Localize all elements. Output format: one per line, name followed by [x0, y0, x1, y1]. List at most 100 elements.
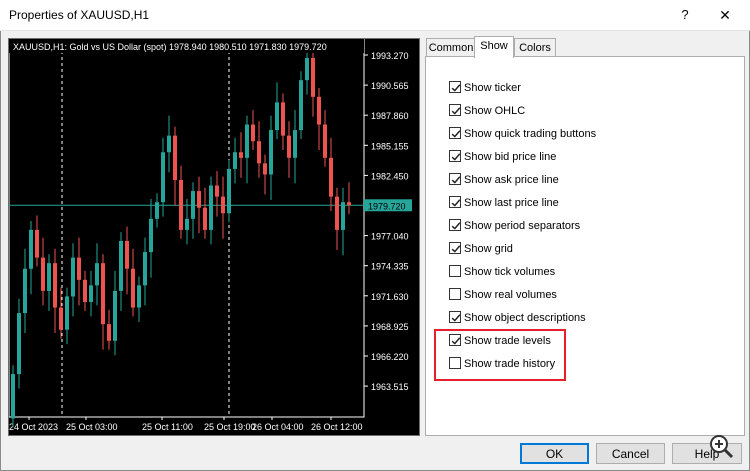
option-label: Show ticker	[464, 82, 521, 94]
price-label: 1977.040	[371, 232, 409, 242]
candle-body	[53, 263, 57, 308]
current-price-label: 1979.720	[368, 201, 406, 211]
candle-body	[311, 57, 315, 97]
checkbox[interactable]	[449, 242, 461, 254]
option-label: Show real volumes	[464, 289, 557, 301]
time-label: 25 Oct 19:00	[204, 422, 256, 432]
candle-body	[101, 263, 105, 325]
candle-body	[119, 240, 123, 291]
candle-body	[17, 313, 21, 375]
candle-body	[257, 141, 261, 164]
candle-body	[77, 257, 81, 280]
candle-body	[89, 285, 93, 302]
checkmark-icon	[451, 107, 461, 115]
price-label: 1968.925	[371, 322, 409, 332]
candle-body	[305, 57, 309, 81]
candle-body	[161, 152, 165, 203]
candle-body	[29, 229, 33, 269]
checkbox[interactable]	[449, 196, 461, 208]
candle-body	[251, 124, 255, 142]
candle-body	[113, 290, 117, 341]
checkbox[interactable]	[449, 150, 461, 162]
time-label: 25 Oct 11:00	[142, 422, 193, 432]
price-label: 1985.155	[371, 141, 409, 151]
checkmark-icon	[451, 176, 461, 184]
title-bar[interactable]: Properties of XAUUSD,H1 ? ✕	[0, 0, 750, 31]
candle-body	[203, 207, 207, 230]
option-label: Show last price line	[464, 197, 559, 209]
zoom-icon[interactable]	[704, 432, 742, 462]
candle-body	[125, 240, 129, 269]
highlight-box	[434, 329, 566, 381]
time-label: 26 Oct 04:00	[252, 422, 304, 432]
checkbox[interactable]	[449, 127, 461, 139]
option-label: Show period separators	[464, 220, 581, 232]
chart-header: XAUUSD,H1: Gold vs US Dollar (spot) 1978…	[13, 42, 327, 52]
price-label: 1974.335	[371, 262, 409, 272]
candle-body	[149, 218, 153, 253]
candle-body	[245, 124, 249, 158]
checkmark-icon	[451, 314, 461, 322]
option-label: Show OHLC	[464, 105, 526, 117]
candle-body	[47, 263, 51, 291]
candle-body	[329, 157, 333, 197]
candle-body	[65, 296, 69, 330]
option-label: Show ask price line	[464, 174, 559, 186]
price-label: 1963.515	[371, 382, 409, 392]
tab-common[interactable]: Common	[426, 38, 476, 57]
close-button[interactable]: ✕	[708, 4, 742, 26]
time-label: 26 Oct 12:00	[311, 422, 363, 432]
checkbox[interactable]	[449, 265, 461, 277]
candle-body	[95, 263, 99, 286]
option-label: Show grid	[464, 243, 513, 255]
candle-body	[41, 257, 45, 291]
candle-body	[269, 130, 273, 175]
candlestick-chart: 1993.270 1990.565 1987.860 1985.155 1982.450…	[9, 39, 412, 432]
checkmark-icon	[451, 199, 461, 207]
candle-body	[293, 130, 297, 158]
checkbox[interactable]	[449, 219, 461, 231]
candle-body	[323, 124, 327, 158]
candle-body	[227, 168, 231, 214]
checkbox[interactable]	[449, 104, 461, 116]
price-label: 1982.450	[371, 171, 409, 181]
checkbox[interactable]	[449, 81, 461, 93]
price-label: 1990.565	[371, 81, 409, 91]
candle-body	[239, 152, 243, 158]
tab-show-label: Show	[480, 40, 508, 52]
candle-body	[317, 96, 321, 125]
tab-common-label: Common	[428, 42, 474, 54]
option-label: Show object descriptions	[464, 312, 586, 324]
time-label: 24 Oct 2023	[9, 422, 58, 432]
checkmark-icon	[451, 222, 461, 230]
candle-body	[281, 102, 285, 136]
tab-colors[interactable]: Colors	[514, 38, 556, 57]
window-title: Properties of XAUUSD,H1	[9, 8, 150, 22]
checkmark-icon	[451, 84, 461, 92]
show-tab-panel: Show ticker Show OHLC Show quick trading b…	[425, 56, 745, 436]
candle-body	[221, 196, 225, 214]
help-title-button[interactable]: ?	[672, 4, 698, 26]
option-label: Show tick volumes	[464, 266, 556, 278]
candle-body	[335, 196, 339, 230]
candle-body	[143, 252, 147, 286]
price-label: 1966.220	[371, 352, 409, 362]
checkbox[interactable]	[449, 311, 461, 323]
checkbox[interactable]	[449, 288, 461, 300]
tab-show[interactable]: Show	[474, 36, 514, 58]
candle-body	[35, 229, 39, 258]
candle-body	[263, 163, 267, 175]
tab-colors-label: Colors	[519, 42, 551, 54]
candle-body	[173, 135, 177, 180]
time-label: 25 Oct 03:00	[66, 422, 118, 432]
candle-body	[71, 257, 75, 297]
candle-body	[287, 135, 291, 158]
candle-body	[197, 191, 201, 208]
option-label: Show bid price line	[464, 151, 557, 163]
checkbox[interactable]	[449, 173, 461, 185]
ok-button[interactable]: OK	[520, 443, 589, 464]
option-label: Show quick trading buttons	[464, 128, 597, 140]
candle-body	[137, 285, 141, 308]
price-label: 1987.860	[371, 111, 409, 121]
cancel-button[interactable]: Cancel	[596, 443, 665, 464]
